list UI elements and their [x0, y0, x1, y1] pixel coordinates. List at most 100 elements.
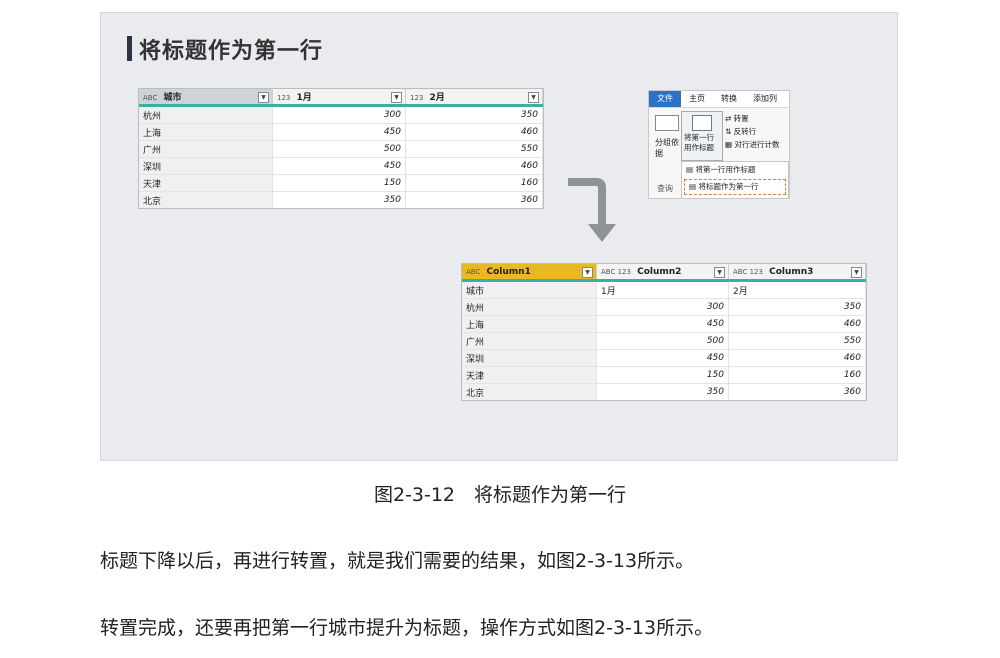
cell: 深圳: [139, 157, 273, 175]
dropdown-icon[interactable]: ▼: [258, 92, 269, 103]
table-row: 城市 1月 2月: [462, 280, 866, 299]
table-row: 杭州 300 350: [139, 105, 543, 124]
cell: 北京: [462, 383, 597, 400]
ribbon-snippet: 文件 主页 转换 添加列 分组依据 将第一行用作标题 ⇄ 转置 ⇅ 反转行 ▦ …: [648, 90, 790, 199]
menu-item-headers-as-first-row[interactable]: ▤ 将标题作为第一行: [684, 179, 786, 195]
cell: 北京: [139, 191, 273, 208]
cell: 160: [728, 366, 866, 384]
column-header-label: 城市: [163, 93, 182, 103]
table-row: 北京 350 360: [462, 383, 866, 400]
dropdown-menu: ▤ 将第一行用作标题 ▤ 将标题作为第一行: [681, 161, 789, 198]
menu-item-use-first-row[interactable]: ▤ 将第一行用作标题: [682, 162, 788, 178]
dropdown-icon[interactable]: ▼: [714, 267, 725, 278]
count-rows-button[interactable]: ▦ 对行进行计数: [725, 138, 779, 151]
any-type-icon: ABC 123: [601, 267, 631, 276]
table-row: 天津 150 160: [139, 174, 543, 192]
reverse-rows-button[interactable]: ⇅ 反转行: [725, 125, 779, 138]
number-type-icon: 123: [277, 94, 291, 102]
column-header-label: 1月: [296, 93, 312, 103]
figure-caption: 图2-3-12 将标题作为第一行: [373, 484, 627, 506]
table-row: 杭州 300 350: [462, 298, 866, 316]
table-row: 深圳 450 460: [462, 349, 866, 367]
group-by-label: 分组依据: [655, 138, 679, 158]
ribbon-tabs: 文件 主页 转换 添加列: [649, 91, 789, 108]
cell: 550: [405, 140, 543, 158]
column-header-jan[interactable]: 123 1月 ▼: [272, 89, 406, 107]
down-arrow-icon: [568, 178, 616, 242]
result-table: ABC Column1 ▼ ABC 123 Column2 ▼ ABC 123 …: [461, 263, 867, 401]
cell: 广州: [462, 332, 597, 350]
group-by-button[interactable]: 分组依据: [655, 137, 679, 159]
column-header-label: Column1: [486, 266, 531, 277]
cell: 450: [272, 123, 406, 141]
cell: 300: [596, 298, 729, 316]
column-header-city[interactable]: ABC 城市 ▼: [139, 89, 273, 107]
body-paragraph-2: 转置完成，还要再把第一行城市提升为标题，操作方式如图2-3-13所示。: [100, 617, 714, 639]
cell: 450: [272, 157, 406, 175]
cell: 500: [596, 332, 729, 350]
cell: 500: [272, 140, 406, 158]
transpose-icon: ⇄: [725, 114, 734, 123]
cell: 350: [728, 298, 866, 316]
number-type-icon: 123: [410, 94, 424, 102]
cell: 450: [596, 349, 729, 367]
any-type-icon: ABC 123: [733, 267, 763, 276]
table-row: 北京 350 360: [139, 191, 543, 208]
dropdown-icon[interactable]: ▼: [851, 267, 862, 278]
column-header-column3[interactable]: ABC 123 Column3 ▼: [728, 264, 866, 282]
cell: 350: [272, 191, 406, 208]
column-header-column2[interactable]: ABC 123 Column2 ▼: [596, 264, 729, 282]
cell: 广州: [139, 140, 273, 158]
use-first-row-label: 将第一行用作标题: [684, 133, 714, 152]
reverse-rows-label: 反转行: [733, 127, 757, 136]
cell: 城市: [462, 280, 597, 299]
dropdown-icon[interactable]: ▼: [528, 92, 539, 103]
cell: 2月: [728, 280, 866, 299]
table-row: 天津 150 160: [462, 366, 866, 384]
use-first-row-button[interactable]: 将第一行用作标题: [681, 111, 723, 161]
transpose-button[interactable]: ⇄ 转置: [725, 112, 779, 125]
cell: 160: [405, 174, 543, 192]
tab-add-column[interactable]: 添加列: [745, 91, 785, 107]
cell: 150: [596, 366, 729, 384]
cell: 150: [272, 174, 406, 192]
cell: 上海: [462, 315, 597, 333]
table-row: 上海 450 460: [139, 123, 543, 141]
menu-item-label: 将标题作为第一行: [698, 182, 759, 191]
cell: 350: [596, 383, 729, 400]
dropdown-icon[interactable]: ▼: [391, 92, 402, 103]
cell: 1月: [596, 280, 729, 299]
cell: 杭州: [139, 105, 273, 124]
column-header-label: Column3: [769, 266, 814, 277]
figure-title: 将标题作为第一行: [127, 33, 324, 65]
table-icon: [692, 115, 712, 131]
tab-transform[interactable]: 转换: [713, 91, 745, 107]
title-bar: [127, 36, 132, 61]
cell: 460: [405, 123, 543, 141]
text-type-icon: ABC: [143, 94, 158, 102]
cell: 460: [405, 157, 543, 175]
column-header-label: Column2: [637, 266, 682, 277]
cell: 360: [405, 191, 543, 208]
cell: 天津: [139, 174, 273, 192]
column-header-feb[interactable]: 123 2月 ▼: [405, 89, 543, 107]
cell: 深圳: [462, 349, 597, 367]
reverse-rows-icon: ⇅: [725, 127, 734, 136]
tab-file[interactable]: 文件: [649, 91, 681, 107]
table-row: 广州 500 550: [139, 140, 543, 158]
figure-title-text: 将标题作为第一行: [139, 39, 324, 64]
column-header-column1[interactable]: ABC Column1 ▼: [462, 264, 597, 282]
column-header-label: 2月: [429, 93, 445, 103]
body-paragraph-1: 标题下降以后，再进行转置，就是我们需要的结果，如图2-3-13所示。: [100, 550, 695, 572]
dropdown-icon[interactable]: ▼: [582, 267, 593, 278]
cell: 360: [728, 383, 866, 400]
cell: 460: [728, 349, 866, 367]
cell: 550: [728, 332, 866, 350]
cell: 350: [405, 105, 543, 124]
transform-commands: ⇄ 转置 ⇅ 反转行 ▦ 对行进行计数: [725, 112, 779, 151]
count-rows-label: 对行进行计数: [734, 140, 780, 149]
cell: 上海: [139, 123, 273, 141]
tab-home[interactable]: 主页: [681, 91, 713, 107]
query-group-label: 查询: [657, 184, 673, 193]
transpose-label: 转置: [733, 114, 749, 123]
